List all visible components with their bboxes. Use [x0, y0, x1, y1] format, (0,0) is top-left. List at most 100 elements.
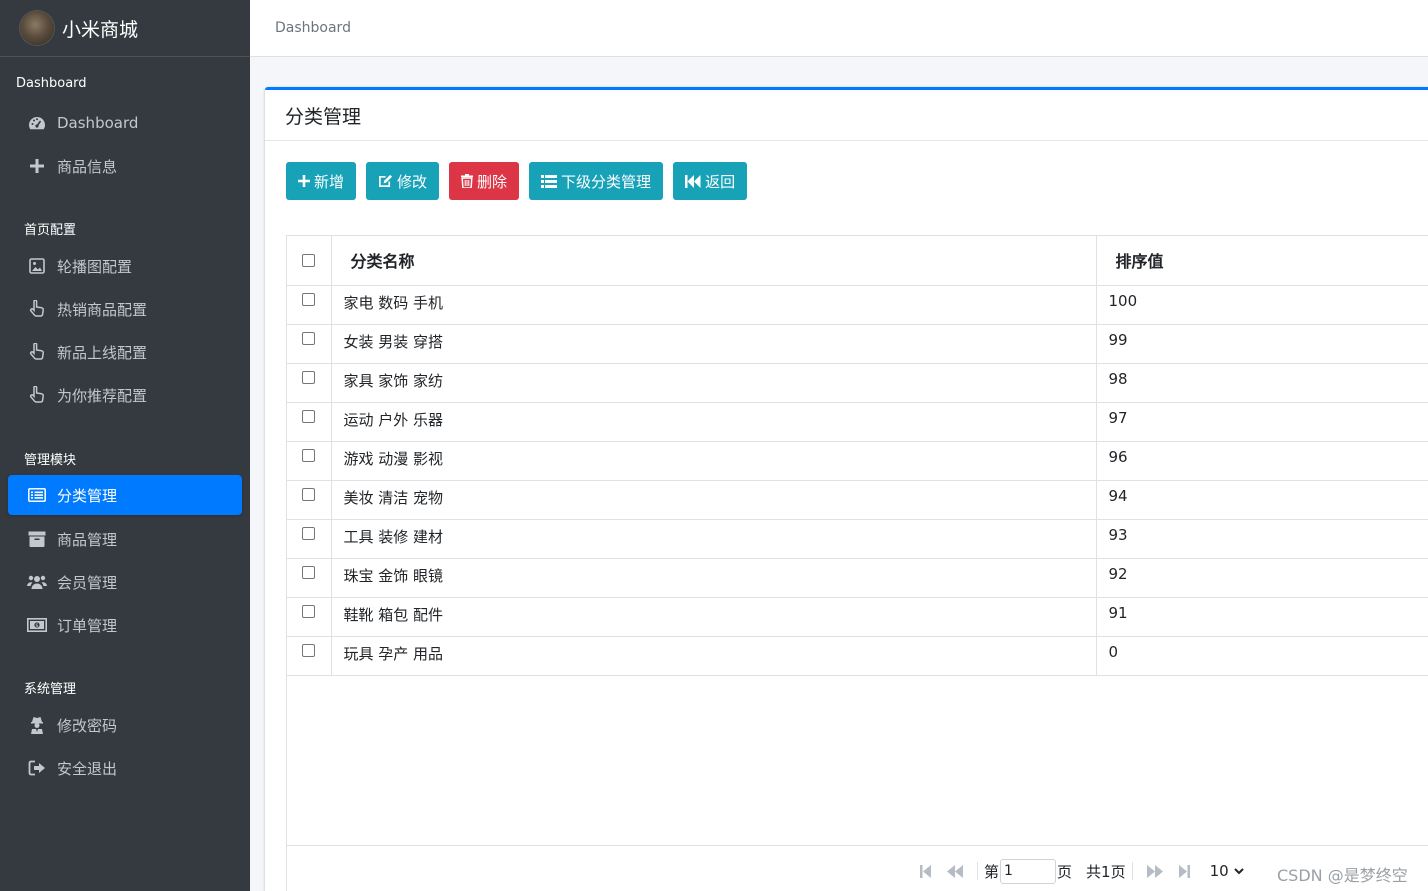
- table-row[interactable]: 玩具 孕产 用品 0: [287, 636, 1428, 676]
- row-checkbox[interactable]: [302, 370, 316, 384]
- sidebar-item-product-management[interactable]: 商品管理: [8, 519, 242, 559]
- column-header-name[interactable]: 分类名称: [331, 236, 1097, 286]
- brand-link[interactable]: 小米商城: [0, 0, 250, 57]
- category-name-cell: 游戏 动漫 影视: [331, 441, 1097, 481]
- section-dashboard-title: Dashboard: [16, 76, 87, 91]
- row-checkbox[interactable]: [302, 448, 316, 462]
- sidebar-item-label: 新品上线配置: [57, 343, 148, 362]
- first-page-icon[interactable]: [920, 864, 931, 878]
- select-all-cell: [287, 236, 332, 286]
- next-page-icon[interactable]: [1146, 864, 1163, 878]
- pager-separator: [1131, 862, 1133, 880]
- table-row[interactable]: 家电 数码 手机 100: [287, 285, 1428, 325]
- sidebar-item-label: 修改密码: [57, 716, 118, 735]
- table-row[interactable]: 珠宝 金饰 眼镜 92: [287, 558, 1428, 598]
- sidebar-item-change-password[interactable]: 修改密码: [8, 705, 242, 745]
- rank-cell: 98: [1096, 363, 1428, 403]
- svg-text:$: $: [35, 623, 38, 629]
- row-check-cell: [287, 519, 332, 559]
- chevron-down-icon: [1233, 867, 1244, 875]
- archive-icon: [26, 531, 48, 547]
- page-suffix: 页: [1057, 862, 1073, 881]
- category-name-cell: 鞋靴 箱包 配件: [331, 597, 1097, 637]
- row-checkbox[interactable]: [302, 565, 316, 579]
- select-all-checkbox[interactable]: [302, 254, 316, 268]
- table-row[interactable]: 女装 男装 穿搭 99: [287, 324, 1428, 364]
- row-check-cell: [287, 285, 332, 325]
- sidebar: 小米商城 Dashboard Dashboard 商品信息 首页配置 轮播图配置…: [0, 0, 250, 891]
- sidebar-item-logout[interactable]: 安全退出: [8, 748, 242, 788]
- row-checkbox[interactable]: [302, 643, 316, 657]
- user-secret-icon: [26, 716, 48, 734]
- sidebar-item-hot-products-config[interactable]: 热销商品配置: [8, 289, 242, 329]
- sidebar-item-product-info[interactable]: 商品信息: [8, 146, 242, 186]
- add-button-label: 新增: [314, 172, 345, 191]
- watermark: CSDN @是梦终空: [1277, 866, 1408, 885]
- back-button-label: 返回: [705, 172, 736, 191]
- table-row[interactable]: 游戏 动漫 影视 96: [287, 441, 1428, 481]
- rank-cell: 92: [1096, 558, 1428, 598]
- card-title: 分类管理: [285, 105, 362, 128]
- pager-divider: [287, 845, 1428, 846]
- row-checkbox[interactable]: [302, 604, 316, 618]
- sidebar-item-category-management[interactable]: 分类管理: [8, 475, 242, 515]
- hand-pointer-icon: [26, 343, 48, 361]
- add-button[interactable]: 新增: [286, 162, 357, 200]
- table-row[interactable]: 运动 户外 乐器 97: [287, 402, 1428, 442]
- last-page-icon[interactable]: [1178, 864, 1190, 878]
- table-row[interactable]: 家具 家饰 家纺 98: [287, 363, 1428, 403]
- sidebar-item-label: 热销商品配置: [57, 300, 148, 319]
- sidebar-item-label: 订单管理: [57, 616, 118, 635]
- category-name-cell: 美妆 清洁 宠物: [331, 480, 1097, 520]
- top-navbar: Dashboard: [250, 0, 1428, 57]
- sign-out-icon: [26, 760, 48, 776]
- edit-button[interactable]: 修改: [366, 162, 440, 200]
- brand-name: 小米商城: [62, 18, 139, 41]
- row-checkbox[interactable]: [302, 331, 316, 345]
- image-icon: [26, 258, 48, 274]
- plus-icon: [26, 159, 48, 173]
- breadcrumb[interactable]: Dashboard: [275, 20, 351, 36]
- rank-cell: 100: [1096, 285, 1428, 325]
- row-check-cell: [287, 402, 332, 442]
- back-button[interactable]: 返回: [673, 162, 748, 200]
- section-modules-title: 管理模块: [24, 453, 77, 468]
- table-row[interactable]: 鞋靴 箱包 配件 91: [287, 597, 1428, 637]
- sidebar-item-recommend-config[interactable]: 为你推荐配置: [8, 375, 242, 415]
- row-checkbox[interactable]: [302, 487, 316, 501]
- column-header-rank[interactable]: 排序值: [1096, 236, 1428, 286]
- rank-cell: 99: [1096, 324, 1428, 364]
- row-check-cell: [287, 597, 332, 637]
- sidebar-item-dashboard[interactable]: Dashboard: [8, 103, 242, 143]
- row-checkbox[interactable]: [302, 292, 316, 306]
- delete-button[interactable]: 删除: [449, 162, 520, 200]
- row-check-cell: [287, 480, 332, 520]
- table-row[interactable]: 工具 装修 建材 93: [287, 519, 1428, 559]
- row-checkbox[interactable]: [302, 526, 316, 540]
- row-checkbox[interactable]: [302, 409, 316, 423]
- section-home-config-title: 首页配置: [24, 223, 77, 238]
- page-size-select[interactable]: 10: [1210, 862, 1244, 880]
- sidebar-item-label: Dashboard: [57, 114, 139, 132]
- category-name-cell: 女装 男装 穿搭: [331, 324, 1097, 364]
- brand-logo: [20, 11, 54, 45]
- sidebar-item-label: 安全退出: [57, 759, 118, 778]
- table-row[interactable]: 美妆 清洁 宠物 94: [287, 480, 1428, 520]
- pager: 第 1 页 共1页 10: [912, 856, 1244, 886]
- sidebar-item-new-products-config[interactable]: 新品上线配置: [8, 332, 242, 372]
- sidebar-item-carousel-config[interactable]: 轮播图配置: [8, 246, 242, 286]
- page-number-input[interactable]: 1: [1000, 858, 1057, 884]
- category-name-cell: 家电 数码 手机: [331, 285, 1097, 325]
- sidebar-item-member-management[interactable]: 会员管理: [8, 562, 242, 602]
- sidebar-item-order-management[interactable]: $ 订单管理: [8, 605, 242, 645]
- delete-button-label: 删除: [477, 172, 508, 191]
- rank-cell: 93: [1096, 519, 1428, 559]
- category-table: 分类名称 排序值 家电 数码 手机 100 女装 男装 穿搭 99 家具 家饰: [287, 236, 1428, 676]
- toolbar: 新增 修改 删除 下级分类管理 返回: [286, 162, 748, 200]
- money-bill-icon: $: [26, 618, 48, 632]
- list-icon: [26, 488, 48, 502]
- prev-page-icon[interactable]: [947, 864, 963, 878]
- rank-cell: 94: [1096, 480, 1428, 520]
- users-icon: [26, 574, 48, 590]
- sub-category-button[interactable]: 下级分类管理: [529, 162, 664, 200]
